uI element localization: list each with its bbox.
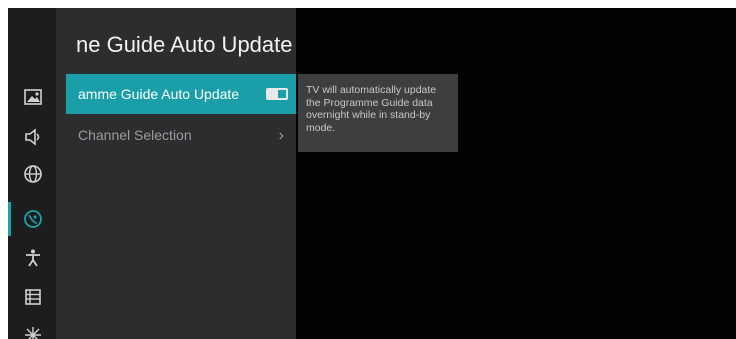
network-globe-icon[interactable] [22, 163, 44, 185]
menu-title: ne Guide Auto Update [76, 32, 293, 57]
channels-dish-icon[interactable] [22, 208, 44, 230]
tv-settings-screen: ne Guide Auto Update amme Guide Auto Upd… [8, 8, 736, 339]
accessibility-icon[interactable] [22, 247, 44, 269]
sidebar [8, 8, 56, 339]
picture-icon[interactable] [22, 86, 44, 108]
menu-item-label: Channel Selection [78, 127, 192, 143]
chevron-right-icon: › [278, 127, 284, 144]
sound-icon[interactable] [22, 126, 44, 148]
more-settings-icon[interactable] [22, 324, 44, 339]
menu-item-label: amme Guide Auto Update [78, 86, 240, 102]
selected-indicator [8, 202, 11, 236]
auto-update-toggle[interactable] [266, 88, 288, 100]
general-settings-icon[interactable] [22, 286, 44, 308]
settings-menu: ne Guide Auto Update amme Guide Auto Upd… [56, 8, 296, 339]
menu-item-programme-guide-auto-update[interactable]: amme Guide Auto Update [66, 74, 296, 114]
menu-item-channel-selection[interactable]: Channel Selection › [66, 115, 296, 155]
help-description: TV will automatically update the Program… [298, 74, 458, 152]
